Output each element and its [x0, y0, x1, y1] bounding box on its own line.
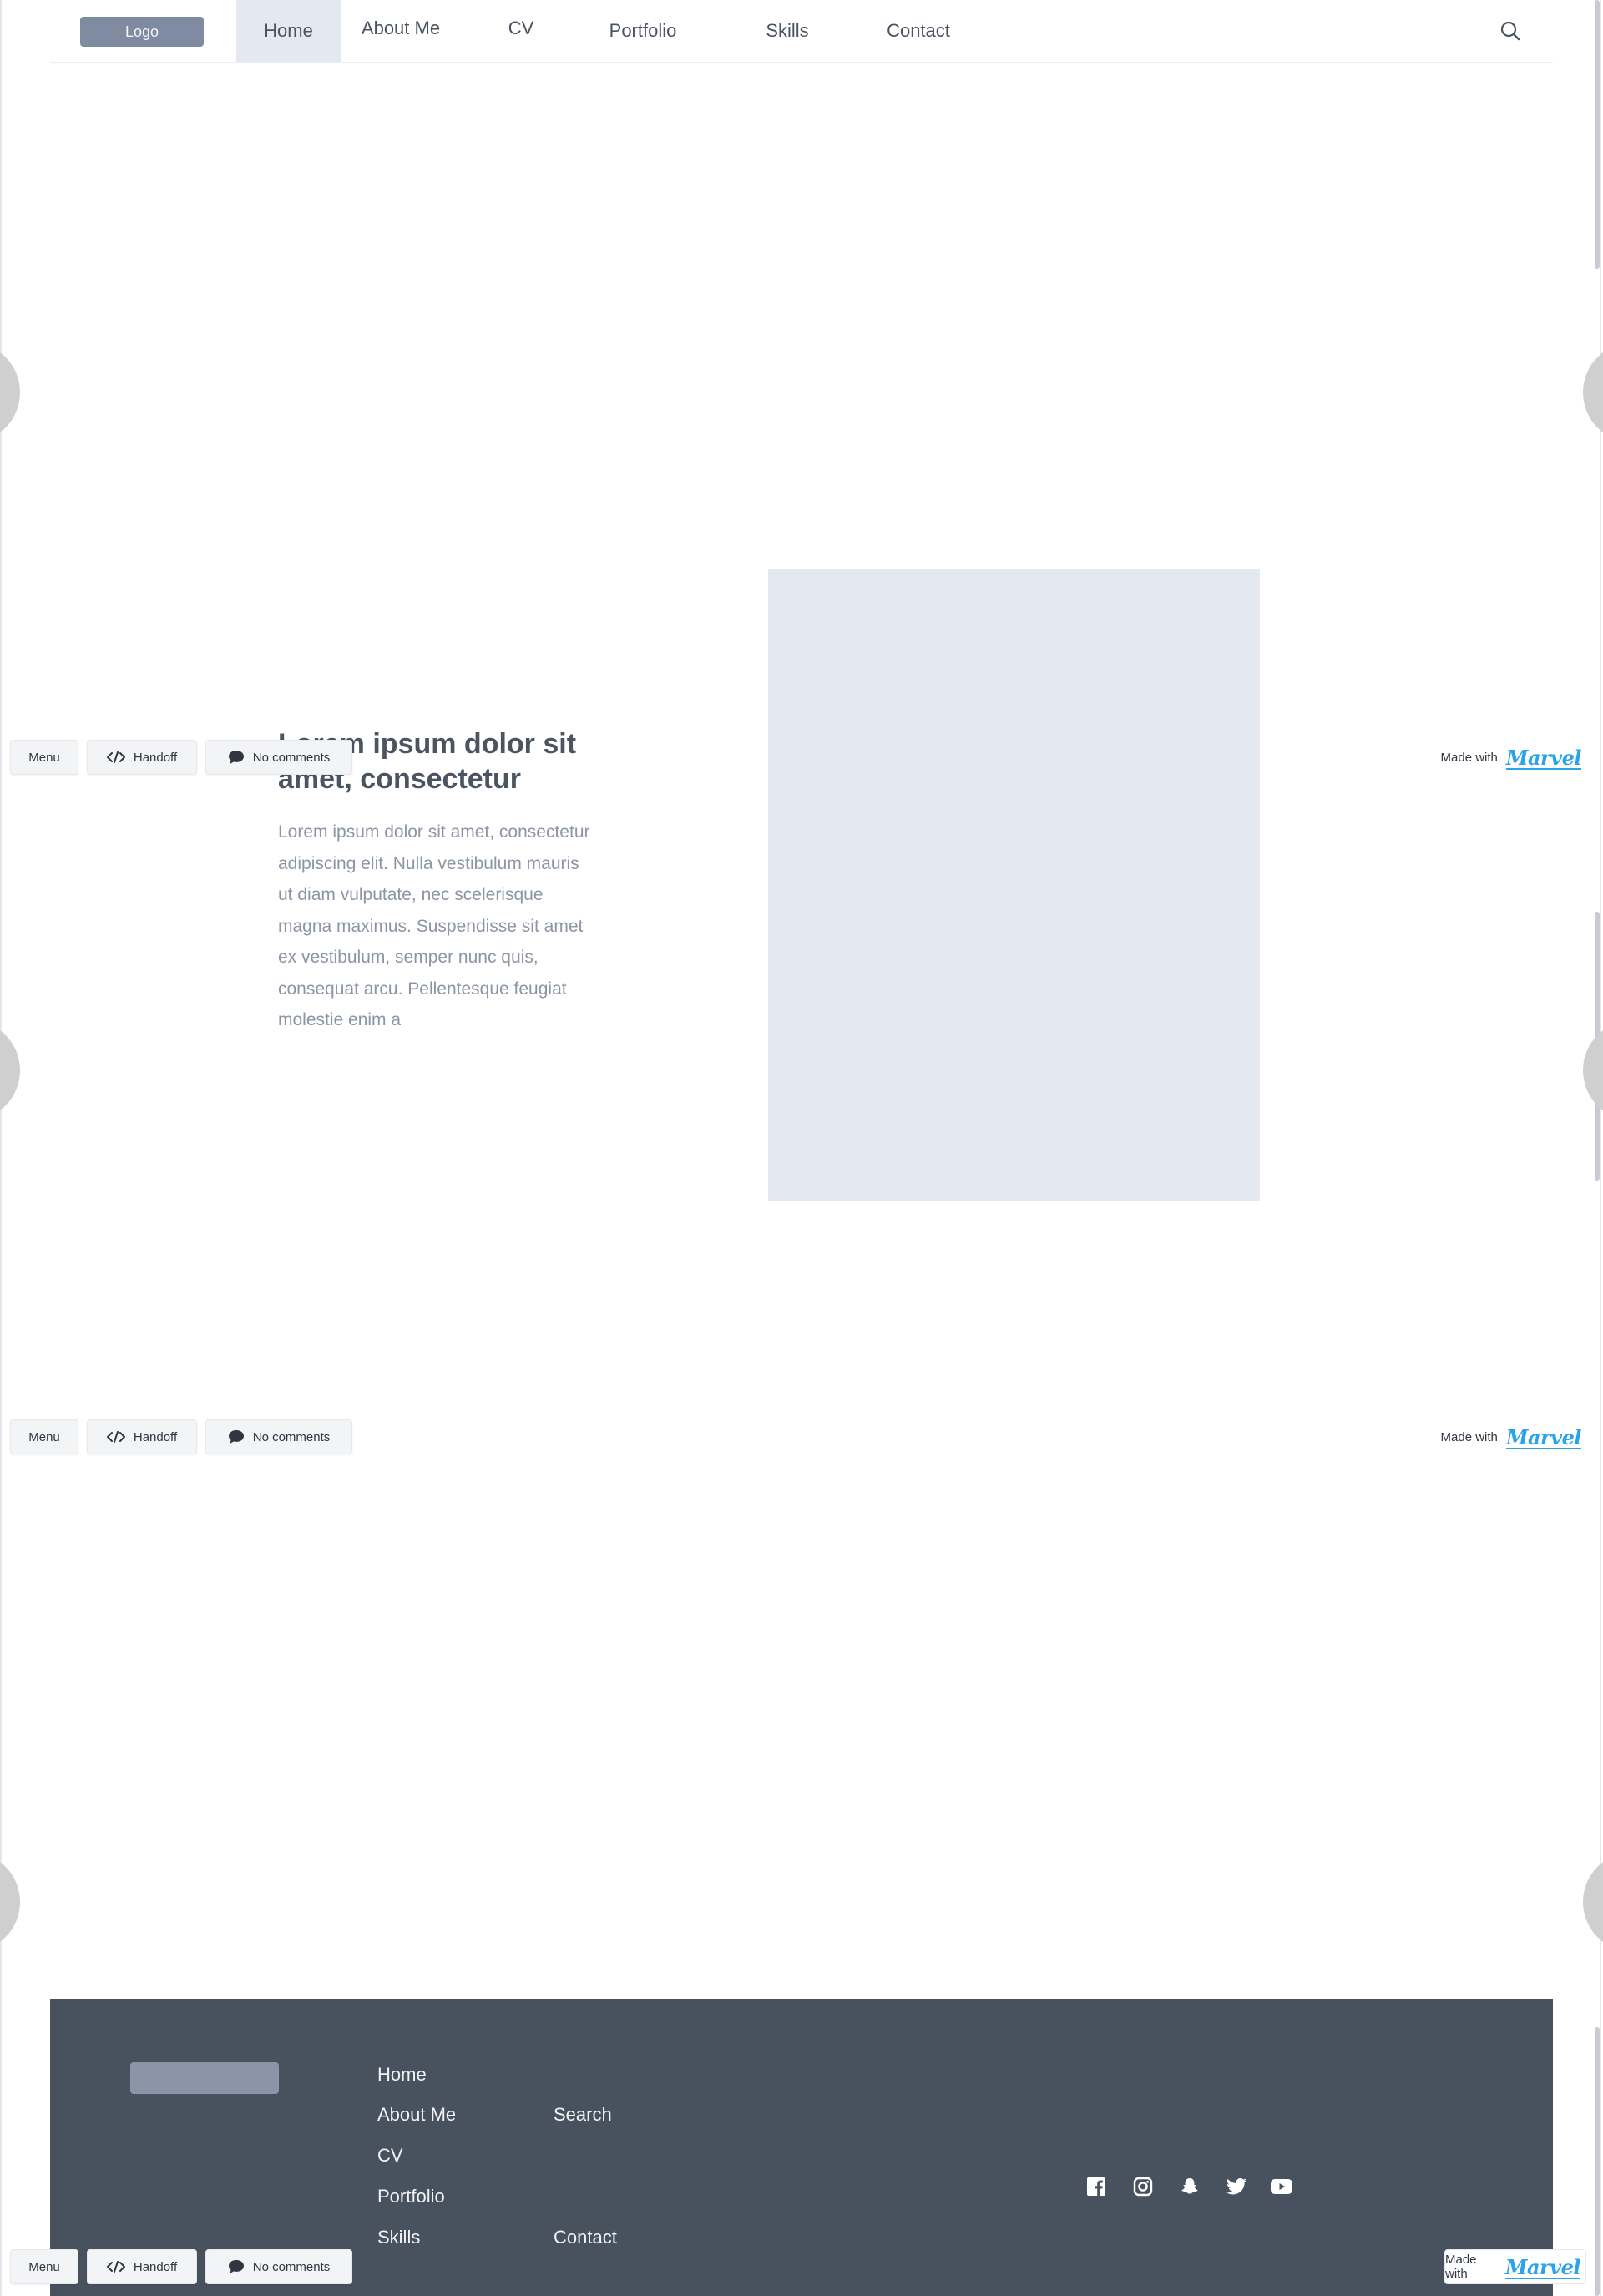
scrollbar-thumb[interactable]: [1595, 2027, 1600, 2296]
marvel-logo: Marvel: [1505, 1424, 1582, 1449]
nav-item-contact[interactable]: Contact: [868, 0, 968, 62]
nav-item-home[interactable]: Home: [236, 0, 341, 62]
next-screen-hotspot[interactable]: [1583, 1020, 1603, 1120]
footer-link-home[interactable]: Home: [377, 2062, 427, 2087]
menu-button[interactable]: Menu: [10, 740, 78, 775]
footer-link-portfolio[interactable]: Portfolio: [377, 2184, 445, 2209]
code-icon: [106, 2261, 125, 2273]
footer-link-about-me[interactable]: About Me: [377, 2102, 456, 2127]
comment-icon: [228, 2259, 245, 2274]
hero-body: Lorem ipsum dolor sit amet, consectetur …: [278, 822, 590, 1029]
hero-image-placeholder: [768, 569, 1260, 1201]
footer-link-contact[interactable]: Contact: [554, 2225, 617, 2250]
scrollbar-thumb[interactable]: [1595, 0, 1600, 269]
handoff-label: Handoff: [133, 2259, 178, 2274]
made-with-label: Made with: [1440, 1429, 1498, 1444]
nav-item-portfolio[interactable]: Portfolio: [584, 0, 701, 62]
comments-label: No comments: [252, 750, 331, 765]
frame-edge-left: [0, 0, 2, 2296]
made-with-marvel[interactable]: Made with Marvel: [1436, 1419, 1586, 1454]
nav-item-skills[interactable]: Skills: [741, 0, 833, 62]
facebook-icon[interactable]: [1084, 2174, 1109, 2199]
snapchat-icon[interactable]: [1177, 2174, 1202, 2199]
nav-item-cv[interactable]: CV: [496, 0, 546, 59]
made-with-marvel[interactable]: Made with Marvel: [1436, 740, 1586, 775]
comment-icon: [228, 750, 245, 765]
handoff-label: Handoff: [133, 1429, 178, 1444]
made-with-label: Made with: [1440, 750, 1498, 765]
prototype-canvas: Logo Home About Me CV Portfolio Skills C…: [0, 0, 1603, 2296]
made-with-label: Made with: [1445, 2253, 1477, 2281]
frame-edge-right: [1600, 0, 1601, 2296]
menu-label: Menu: [28, 750, 60, 765]
twitter-icon[interactable]: [1224, 2174, 1249, 2199]
menu-button[interactable]: Menu: [10, 1419, 78, 1454]
handoff-button[interactable]: Handoff: [87, 1419, 197, 1454]
marvel-logo: Marvel: [1504, 2254, 1581, 2279]
instagram-icon[interactable]: [1130, 2174, 1155, 2199]
made-with-marvel[interactable]: Made with Marvel: [1444, 2249, 1586, 2284]
handoff-button[interactable]: Handoff: [87, 2249, 197, 2284]
footer-link-search[interactable]: Search: [554, 2102, 612, 2127]
handoff-button[interactable]: Handoff: [87, 740, 197, 775]
menu-label: Menu: [28, 1429, 60, 1444]
comments-button[interactable]: No comments: [205, 2249, 352, 2284]
prev-screen-hotspot[interactable]: [0, 342, 20, 443]
next-screen-hotspot[interactable]: [1583, 342, 1603, 443]
site-header: Logo Home About Me CV Portfolio Skills C…: [50, 0, 1553, 63]
prev-screen-hotspot[interactable]: [0, 1852, 20, 1952]
comments-label: No comments: [252, 1429, 331, 1444]
marvel-logo: Marvel: [1505, 745, 1582, 770]
youtube-icon[interactable]: [1269, 2174, 1294, 2199]
logo[interactable]: Logo: [80, 17, 204, 47]
next-screen-hotspot[interactable]: [1583, 1852, 1603, 1952]
menu-label: Menu: [28, 2259, 60, 2274]
footer-logo[interactable]: [130, 2062, 279, 2094]
comments-button[interactable]: No comments: [205, 740, 352, 775]
search-icon[interactable]: [1498, 18, 1523, 43]
code-icon: [106, 751, 125, 763]
comments-label: No comments: [252, 2259, 331, 2274]
comments-button[interactable]: No comments: [205, 1419, 352, 1454]
menu-button[interactable]: Menu: [10, 2249, 78, 2284]
handoff-label: Handoff: [133, 750, 178, 765]
footer-link-cv[interactable]: CV: [377, 2143, 403, 2168]
footer-link-skills[interactable]: Skills: [377, 2225, 420, 2250]
nav-item-about-me[interactable]: About Me: [351, 0, 451, 59]
prev-screen-hotspot[interactable]: [0, 1020, 20, 1120]
comment-icon: [228, 1429, 245, 1444]
code-icon: [106, 1431, 125, 1443]
